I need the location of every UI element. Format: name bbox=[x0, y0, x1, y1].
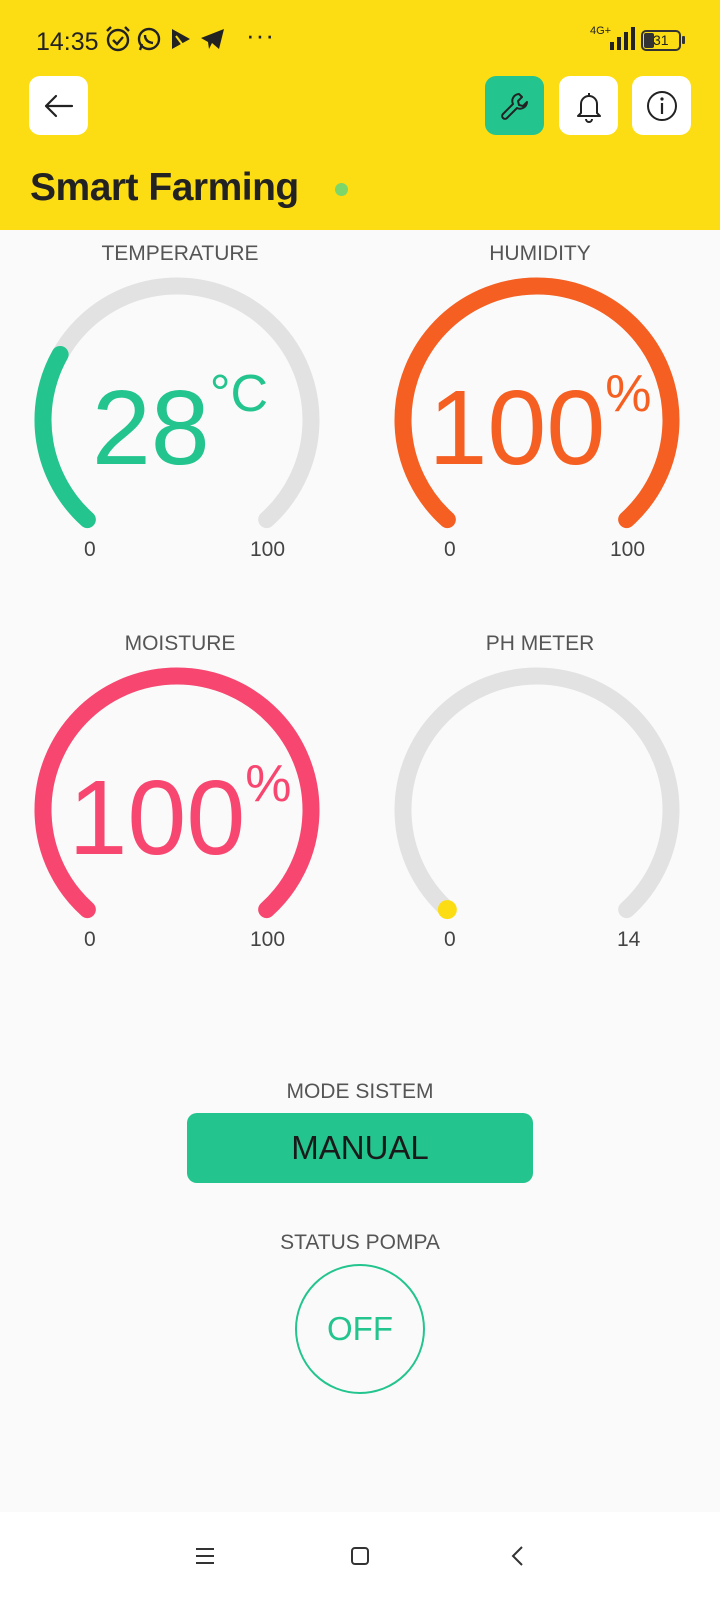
signal-icon bbox=[610, 27, 635, 50]
humidity-value: 100 bbox=[428, 369, 606, 487]
gauge-max-temperature: 100 bbox=[250, 538, 286, 561]
gauge-title-temperature: TEMPERATURE bbox=[101, 242, 259, 265]
notifications-button[interactable] bbox=[559, 76, 618, 135]
online-status-indicator bbox=[335, 183, 348, 196]
moisture-unit: % bbox=[245, 755, 292, 813]
mode-button[interactable]: MANUAL bbox=[187, 1113, 533, 1183]
pump-status-value: OFF bbox=[327, 1310, 393, 1347]
gauge-min-moisture: 0 bbox=[84, 928, 96, 951]
temperature-value: 28 bbox=[91, 369, 210, 487]
gauge-value-humidity: 100% bbox=[380, 365, 700, 489]
gauge-track bbox=[394, 667, 680, 919]
gauge-min-ph: 0 bbox=[444, 928, 456, 951]
battery-level: 31 bbox=[653, 32, 669, 48]
back-button[interactable] bbox=[29, 76, 88, 135]
menu-icon bbox=[196, 1548, 214, 1564]
gauge-title-humidity: HUMIDITY bbox=[489, 242, 591, 265]
gauge-min-humidity: 0 bbox=[444, 538, 456, 561]
gauge-max-moisture: 100 bbox=[250, 928, 286, 951]
chevron-left-icon bbox=[511, 1546, 523, 1566]
gauge-fill-ph bbox=[437, 900, 457, 920]
info-button[interactable] bbox=[632, 76, 691, 135]
gauge-title-ph: PH METER bbox=[485, 632, 595, 655]
status-time: 14:35 bbox=[36, 28, 99, 56]
mode-label: MODE SISTEM bbox=[286, 1080, 434, 1103]
home-square-icon bbox=[351, 1547, 369, 1565]
battery-icon: 31 bbox=[641, 30, 681, 51]
gauge-ph bbox=[394, 667, 680, 920]
app-header: 14:35 ··· 4G+ 31 Smart Farming bbox=[0, 0, 720, 230]
gauge-value-moisture: 100% bbox=[20, 755, 340, 879]
wrench-icon bbox=[500, 92, 528, 120]
back-arrow-icon bbox=[44, 94, 73, 117]
status-bar: 14:35 ··· 4G+ 31 bbox=[0, 20, 720, 62]
gauge-title-moisture: MOISTURE bbox=[124, 632, 236, 655]
menu-nav-button[interactable] bbox=[187, 1538, 223, 1574]
whatsapp-icon bbox=[137, 27, 161, 51]
alarm-icon bbox=[106, 26, 130, 52]
gauge-max-humidity: 100 bbox=[610, 538, 646, 561]
telegram-icon bbox=[201, 29, 224, 49]
gauge-max-ph: 14 bbox=[617, 928, 641, 951]
settings-button[interactable] bbox=[485, 76, 544, 135]
pump-status-label: STATUS POMPA bbox=[280, 1231, 440, 1254]
temperature-unit: °C bbox=[209, 365, 269, 423]
mode-value: MANUAL bbox=[291, 1129, 429, 1166]
gauge-value-temperature: 28°C bbox=[20, 365, 340, 489]
info-icon bbox=[646, 90, 677, 121]
back-nav-button[interactable] bbox=[500, 1538, 536, 1574]
page-title: Smart Farming bbox=[30, 166, 299, 209]
play-store-icon bbox=[172, 29, 190, 49]
bell-icon bbox=[576, 92, 601, 123]
system-navigation-bar bbox=[0, 1512, 720, 1600]
more-notifications-icon: ··· bbox=[246, 20, 275, 50]
gauge-min-temperature: 0 bbox=[84, 538, 96, 561]
moisture-value: 100 bbox=[68, 759, 246, 877]
home-nav-button[interactable] bbox=[342, 1538, 378, 1574]
pump-toggle-button[interactable]: OFF bbox=[295, 1264, 425, 1394]
humidity-unit: % bbox=[605, 365, 652, 423]
